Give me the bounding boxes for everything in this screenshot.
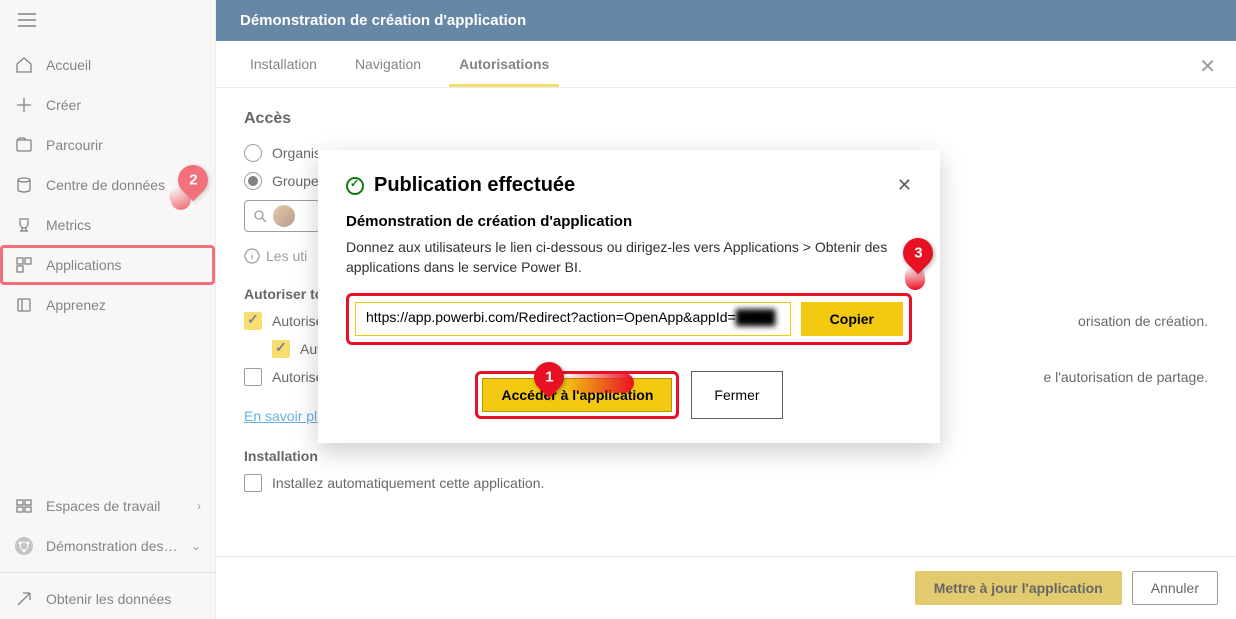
copy-button[interactable]: Copier	[801, 302, 903, 336]
url-copy-row: https://app.powerbi.com/Redirect?action=…	[346, 293, 912, 345]
close-button[interactable]: Fermer	[691, 371, 782, 419]
success-check-icon	[346, 177, 364, 195]
annotation-arrow-1	[564, 373, 634, 393]
publish-success-modal: Publication effectuée ✕ Démonstration de…	[318, 150, 940, 443]
app-url-input[interactable]: https://app.powerbi.com/Redirect?action=…	[355, 302, 791, 336]
modal-description: Donnez aux utilisateurs le lien ci-desso…	[346, 238, 912, 277]
url-text-prefix: https://app.powerbi.com/Redirect?action=…	[366, 309, 736, 325]
modal-subtitle: Démonstration de création d'application	[346, 213, 912, 230]
modal-title: Publication effectuée	[374, 174, 897, 197]
modal-close-icon[interactable]: ✕	[897, 175, 912, 196]
url-text-blur: ████	[736, 309, 776, 325]
